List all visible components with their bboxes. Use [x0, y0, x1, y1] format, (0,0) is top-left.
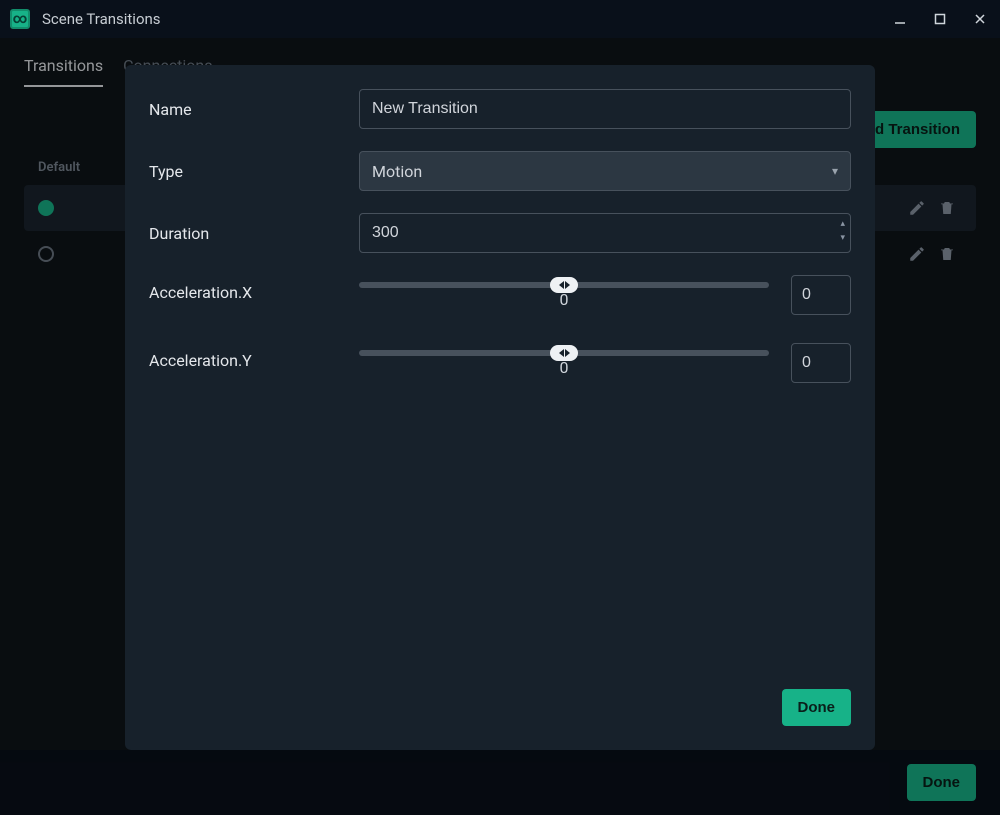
window-close-button[interactable] [960, 0, 1000, 38]
close-icon [973, 12, 987, 26]
duration-input[interactable] [359, 213, 851, 253]
chevron-down-icon: ▾ [840, 231, 845, 245]
slider-thumb[interactable] [550, 277, 578, 293]
window-minimize-button[interactable] [880, 0, 920, 38]
modal-done-button[interactable]: Done [782, 689, 852, 726]
window-maximize-button[interactable] [920, 0, 960, 38]
type-select[interactable]: Motion ▾ [359, 151, 851, 191]
window-title: Scene Transitions [42, 10, 161, 28]
field-accel-y: Acceleration.Y 0 [149, 343, 851, 383]
duration-label: Duration [149, 224, 359, 243]
name-label: Name [149, 100, 359, 119]
field-name: Name [149, 89, 851, 129]
chevron-up-icon: ▴ [840, 217, 845, 231]
accel-x-label: Acceleration.X [149, 275, 359, 302]
accel-x-input[interactable] [791, 275, 851, 315]
slider-thumb[interactable] [550, 345, 578, 361]
accel-y-slider[interactable] [359, 350, 769, 356]
titlebar: Scene Transitions [0, 0, 1000, 38]
name-input[interactable] [359, 89, 851, 129]
accel-x-slider[interactable] [359, 282, 769, 288]
chevron-down-icon: ▾ [832, 164, 838, 178]
duration-spinner[interactable]: ▴ ▾ [840, 217, 845, 245]
edit-transition-modal: Name Type Motion ▾ Duration ▴ ▾ Acceler [125, 65, 875, 750]
type-value: Motion [372, 162, 422, 181]
field-accel-x: Acceleration.X 0 [149, 275, 851, 315]
maximize-icon [933, 12, 947, 26]
accel-y-label: Acceleration.Y [149, 343, 359, 370]
field-duration: Duration ▴ ▾ [149, 213, 851, 253]
app-icon [10, 9, 30, 29]
field-type: Type Motion ▾ [149, 151, 851, 191]
accel-y-input[interactable] [791, 343, 851, 383]
minimize-icon [893, 12, 907, 26]
type-label: Type [149, 162, 359, 181]
